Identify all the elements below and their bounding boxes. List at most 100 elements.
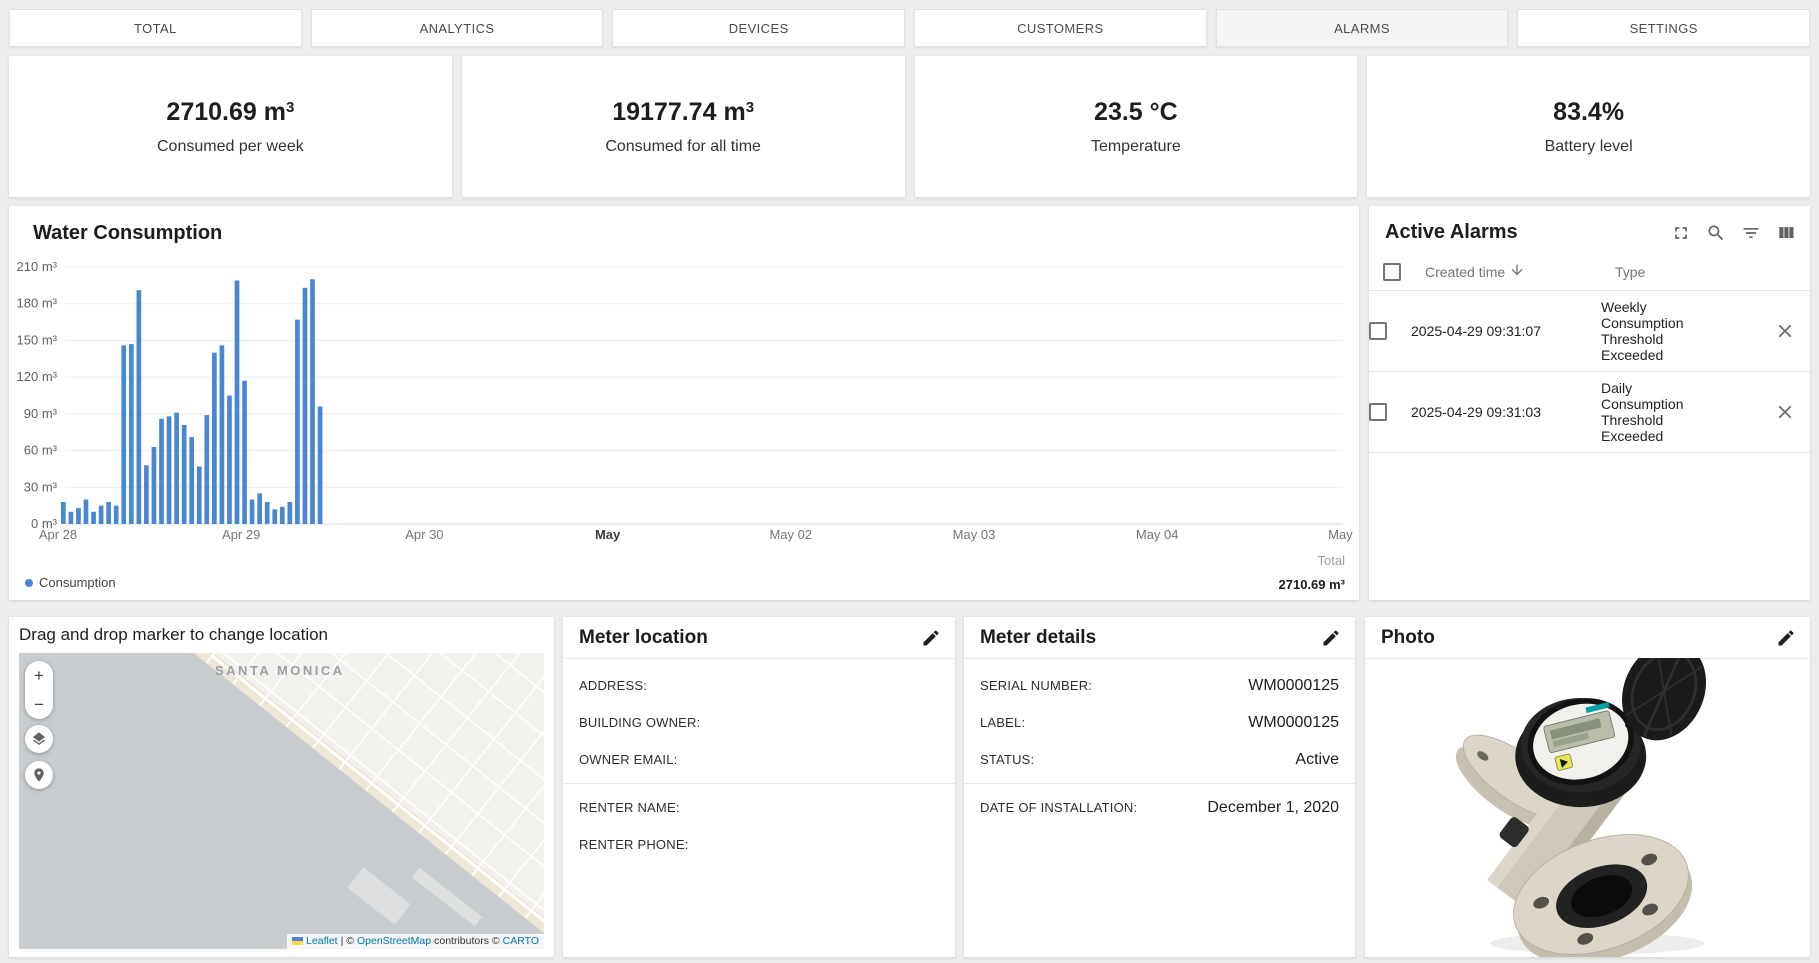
map-marker-button[interactable]	[25, 761, 53, 789]
alarm-type: Weekly Consumption Threshold Exceeded	[1601, 299, 1684, 363]
row-checkbox[interactable]	[1369, 403, 1387, 421]
svg-text:150 m³: 150 m³	[17, 332, 58, 347]
search-icon[interactable]	[1706, 223, 1726, 243]
panel-title: Photo	[1381, 626, 1435, 648]
edit-pencil-icon[interactable]	[1776, 628, 1796, 648]
svg-text:90 m³: 90 m³	[24, 406, 58, 421]
field-value: December 1, 2020	[1207, 798, 1339, 816]
carto-link[interactable]: CARTO	[503, 935, 539, 947]
tab-alarms[interactable]: ALARMS	[1215, 9, 1509, 47]
tab-settings[interactable]: SETTINGS	[1517, 9, 1811, 47]
top-tab-bar: TOTAL ANALYTICS DEVICES CUSTOMERS ALARMS…	[9, 9, 1811, 47]
map-title: Drag and drop marker to change location	[19, 625, 329, 644]
chart-total: Total 2710.69 m³	[1279, 553, 1346, 592]
field-value: WM0000125	[1248, 676, 1339, 694]
map-place-label: SANTA MONICA	[215, 663, 345, 678]
svg-text:Apr 28: Apr 28	[39, 527, 77, 542]
stat-cards-row: 2710.69 m3 Consumed per week 19177.74 m3…	[9, 56, 1810, 197]
tab-devices[interactable]: DEVICES	[612, 9, 906, 47]
map-layers-button[interactable]	[25, 725, 53, 753]
svg-text:Apr 29: Apr 29	[222, 527, 260, 542]
map-tiles: SANTA MONICA	[19, 653, 544, 949]
total-value: 2710.69 m³	[1278, 577, 1346, 592]
svg-text:May 04: May 04	[1136, 527, 1179, 542]
field-label: RENTER PHONE:	[579, 837, 689, 852]
alarm-row[interactable]: 2025-04-29 09:31:03 Daily Consumption Th…	[1369, 372, 1810, 453]
alarm-created-time: 2025-04-29 09:31:03	[1411, 404, 1541, 420]
field-label: SERIAL NUMBER:	[980, 678, 1093, 693]
ukraine-flag-icon	[292, 937, 304, 945]
edit-pencil-icon[interactable]	[921, 628, 941, 648]
fullscreen-icon[interactable]	[1671, 223, 1691, 243]
active-alarms-panel: Active Alarms Created time Type 2025-04-…	[1369, 206, 1810, 600]
alarm-created-time: 2025-04-29 09:31:07	[1411, 323, 1541, 339]
field-label: DATE OF INSTALLATION:	[980, 800, 1138, 815]
field-label: RENTER NAME:	[579, 800, 680, 815]
layers-icon	[33, 732, 45, 746]
svg-text:60 m³: 60 m³	[24, 443, 58, 458]
sort-desc-icon	[1509, 262, 1525, 281]
svg-text:180 m³: 180 m³	[17, 296, 58, 311]
alarm-type: Daily Consumption Threshold Exceeded	[1601, 380, 1684, 444]
leaflet-link[interactable]: Leaflet	[306, 935, 338, 947]
water-meter-image	[1455, 658, 1706, 957]
edit-pencil-icon[interactable]	[1321, 628, 1341, 648]
field-value: Active	[1295, 750, 1339, 768]
legend-dot-icon	[25, 578, 33, 587]
stat-label: Consumed per week	[157, 137, 304, 155]
stat-value: 23.5 °C	[1094, 97, 1178, 126]
stat-card-battery: 83.4% Battery level	[1367, 56, 1810, 197]
stat-label: Battery level	[1544, 137, 1633, 155]
row-checkbox[interactable]	[1369, 322, 1387, 340]
field-label: BUILDING OWNER:	[579, 715, 701, 730]
divider	[563, 783, 955, 784]
divider	[964, 783, 1355, 784]
meter-map-panel: Drag and drop marker to change location …	[9, 617, 554, 957]
alarms-title: Active Alarms	[1385, 221, 1518, 243]
zoom-out-button[interactable]: −	[25, 690, 53, 719]
stat-card-consumed-all-time: 19177.74 m3 Consumed for all time	[461, 56, 905, 197]
field-label: STATUS:	[980, 752, 1035, 767]
svg-text:Apr 30: Apr 30	[405, 527, 443, 542]
zoom-in-button[interactable]: +	[25, 661, 53, 690]
field-label: LABEL:	[980, 715, 1026, 730]
svg-text:May: May	[1328, 527, 1353, 542]
chart-legend[interactable]: Consumption	[25, 575, 116, 590]
stat-value: 2710.69 m3	[166, 97, 295, 126]
meter-details-panel: Meter details SERIAL NUMBER: WM0000125 LA…	[964, 617, 1355, 957]
clear-alarm-icon[interactable]	[1774, 401, 1796, 423]
marker-pin-icon	[34, 768, 44, 782]
select-all-checkbox[interactable]	[1383, 262, 1401, 281]
columns-icon[interactable]	[1776, 223, 1796, 243]
svg-text:May: May	[595, 527, 621, 542]
svg-text:120 m³: 120 m³	[17, 369, 58, 384]
leaflet-map[interactable]: SANTA MONICA + − Leaflet | © OpenStreetM…	[19, 653, 544, 949]
tab-analytics[interactable]: ANALYTICS	[310, 9, 604, 47]
svg-text:May 03: May 03	[953, 527, 996, 542]
created-time-column-header[interactable]: Created time	[1425, 262, 1615, 281]
type-column-header[interactable]: Type	[1615, 264, 1764, 280]
filter-icon[interactable]	[1741, 223, 1761, 243]
clear-alarm-icon[interactable]	[1774, 320, 1796, 342]
field-label: OWNER EMAIL:	[579, 752, 678, 767]
stat-card-temperature: 23.5 °C Temperature	[914, 56, 1358, 197]
legend-label: Consumption	[39, 575, 116, 590]
field-value: WM0000125	[1248, 713, 1339, 731]
tab-customers[interactable]: CUSTOMERS	[914, 9, 1207, 47]
total-label: Total	[1317, 553, 1345, 568]
stat-value: 83.4%	[1553, 97, 1625, 126]
water-consumption-panel: Water Consumption 0 m³ 30 m³ 60 m³ 90 m³ 120…	[9, 206, 1359, 600]
osm-link[interactable]: OpenStreetMap	[357, 935, 431, 947]
svg-text:210 m³: 210 m³	[17, 259, 58, 274]
stat-label: Consumed for all time	[605, 137, 761, 155]
panel-title: Meter location	[579, 626, 708, 648]
panel-title: Meter details	[980, 626, 1097, 648]
svg-text:30 m³: 30 m³	[24, 479, 58, 494]
consumption-bar-chart: 0 m³30 m³60 m³90 m³120 m³150 m³180 m³210…	[17, 259, 1354, 542]
field-label: ADDRESS:	[579, 678, 648, 693]
photo-panel: Photo	[1365, 617, 1810, 957]
svg-text:May 02: May 02	[769, 527, 812, 542]
map-zoom-control: + −	[25, 661, 53, 719]
alarm-row[interactable]: 2025-04-29 09:31:07 Weekly Consumption T…	[1369, 291, 1810, 372]
tab-total[interactable]: TOTAL	[9, 9, 302, 47]
